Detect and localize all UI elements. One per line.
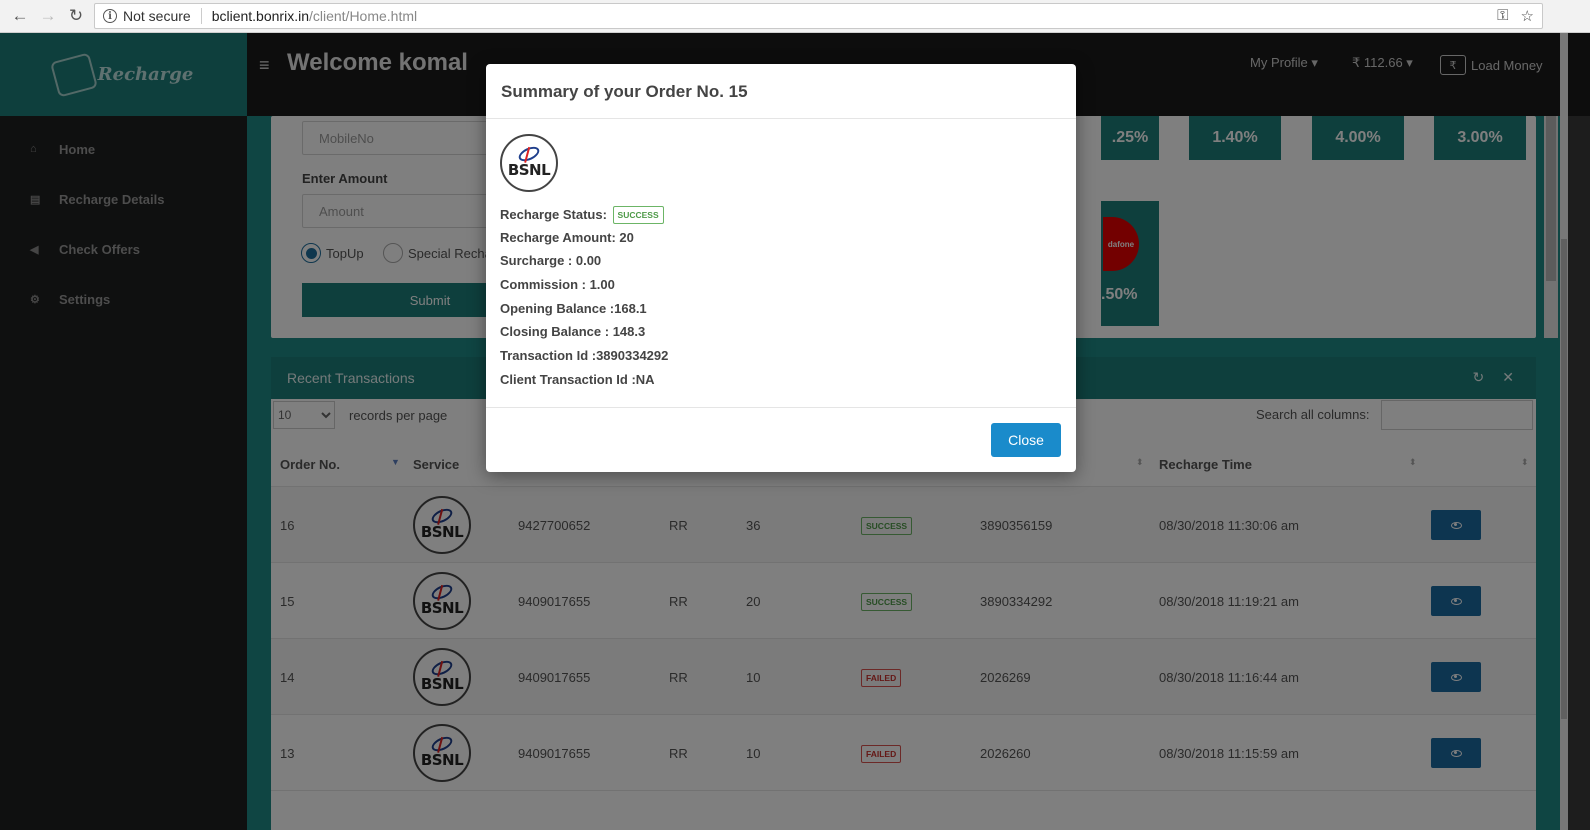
recharge-status-label: Recharge Status:	[500, 207, 607, 222]
reload-icon[interactable]: ↻	[62, 2, 90, 30]
modal-title: Summary of your Order No. 15	[501, 82, 748, 101]
opening-balance: Opening Balance :168.1	[500, 301, 647, 316]
modal-header: Summary of your Order No. 15	[486, 64, 1076, 119]
modal-body: BSNL Recharge Status: SUCCESS Recharge A…	[486, 119, 1076, 408]
info-icon[interactable]: i	[103, 9, 117, 23]
security-label: Not secure	[123, 8, 191, 24]
client-transaction-id: Client Transaction Id :NA	[500, 372, 655, 387]
bsnl-logo: BSNL	[500, 134, 558, 192]
close-button[interactable]: Close	[991, 423, 1061, 457]
commission: Commission : 1.00	[500, 277, 615, 292]
recharge-amount: Recharge Amount: 20	[500, 230, 634, 245]
status-badge: SUCCESS	[612, 206, 664, 224]
transaction-id: Transaction Id :3890334292	[500, 348, 669, 363]
key-icon[interactable]: ⚿	[1497, 7, 1508, 25]
surcharge: Surcharge : 0.00	[500, 253, 602, 268]
bookmark-star-icon[interactable]: ☆	[1521, 7, 1534, 25]
address-bar[interactable]: i Not secure bclient.bonrix.in/client/Ho…	[94, 3, 1543, 29]
url-host: bclient.bonrix.in	[211, 8, 309, 24]
closing-balance: Closing Balance : 148.3	[500, 324, 646, 339]
order-summary-modal: Summary of your Order No. 15 BSNL Rechar…	[486, 64, 1076, 472]
back-arrow-icon[interactable]: ←	[6, 2, 34, 30]
recharge-status-line: Recharge Status: SUCCESS	[500, 206, 664, 224]
omnibox-divider	[200, 8, 202, 24]
forward-arrow-icon[interactable]: →	[34, 2, 62, 30]
browser-toolbar: ← → ↻ i Not secure bclient.bonrix.in/cli…	[0, 0, 1590, 33]
url-path: /client/Home.html	[308, 8, 418, 24]
